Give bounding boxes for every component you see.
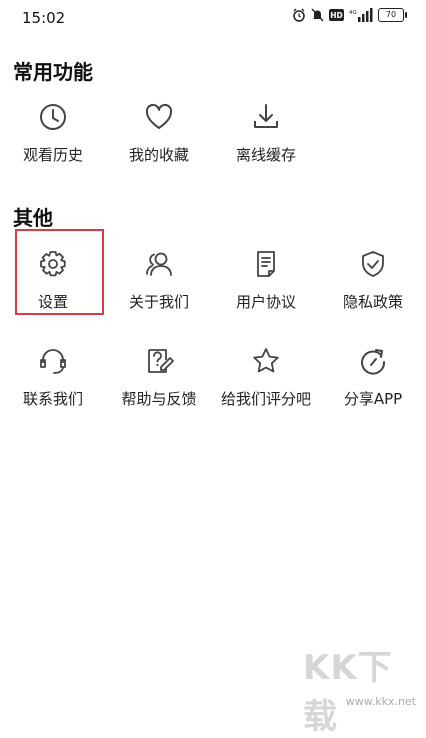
grid-item-label: 观看历史: [22, 146, 83, 164]
svg-text:4G: 4G: [349, 10, 357, 16]
document-icon: [257, 251, 275, 277]
grid-item-privacy-policy[interactable]: 隐私政策: [320, 249, 426, 329]
grid-item-label: 离线缓存: [235, 146, 296, 164]
watermark: KK下载 www.kkx.net: [303, 640, 418, 737]
headset-icon: [40, 349, 66, 374]
grid-item-label: 我的收藏: [128, 146, 189, 164]
section-title-other: 其他: [13, 206, 53, 230]
download-icon: [254, 104, 278, 128]
grid-item-rate-us[interactable]: 给我们评分吧: [213, 346, 319, 426]
grid-item-about-us[interactable]: 关于我们: [106, 249, 212, 329]
star-icon: [253, 348, 279, 373]
section-title-common: 常用功能: [13, 60, 93, 84]
grid-item-label: 分享APP: [343, 390, 403, 408]
grid-item-label: 隐私政策: [342, 293, 403, 311]
grid-item-label: 关于我们: [128, 293, 189, 311]
help-edit-icon: [148, 349, 174, 373]
users-icon: [146, 252, 172, 276]
hd-icon: HD: [329, 9, 344, 21]
grid-item-user-agreement[interactable]: 用户协议: [213, 249, 319, 329]
grid-item-label: 给我们评分吧: [220, 390, 311, 408]
grid-item-help-feedback[interactable]: 帮助与反馈: [106, 346, 212, 426]
clock-icon: [40, 104, 66, 130]
grid-item-label: 帮助与反馈: [121, 390, 197, 408]
grid-item-favorites[interactable]: 我的收藏: [106, 102, 212, 182]
battery-indicator: 70: [378, 8, 407, 22]
heart-icon: [145, 103, 173, 129]
watermark-brand: KK下载: [303, 648, 393, 737]
grid-item-share-app[interactable]: 分享APP: [320, 346, 426, 426]
grid-item-offline-cache[interactable]: 离线缓存: [213, 102, 319, 182]
grid-item-label: 用户协议: [235, 293, 296, 311]
signal-icon: 4G: [349, 8, 373, 22]
status-bar: 15:02 HD 4G 70: [0, 0, 426, 36]
mute-bell-icon: [311, 8, 324, 22]
grid-item-watch-history[interactable]: 观看历史: [0, 102, 106, 182]
alarm-icon: [293, 8, 305, 22]
grid-item-label: 联系我们: [22, 390, 83, 408]
grid-item-contact-us[interactable]: 联系我们: [0, 346, 106, 426]
status-icons: HD 4G 70: [292, 8, 407, 22]
shield-check-icon: [362, 251, 384, 277]
svg-text:HD: HD: [330, 11, 343, 20]
watermark-url: www.kkx.net: [345, 695, 416, 708]
settings-highlight-box: [15, 229, 104, 315]
status-time: 15:02: [22, 9, 66, 27]
share-refresh-icon: [361, 349, 386, 375]
